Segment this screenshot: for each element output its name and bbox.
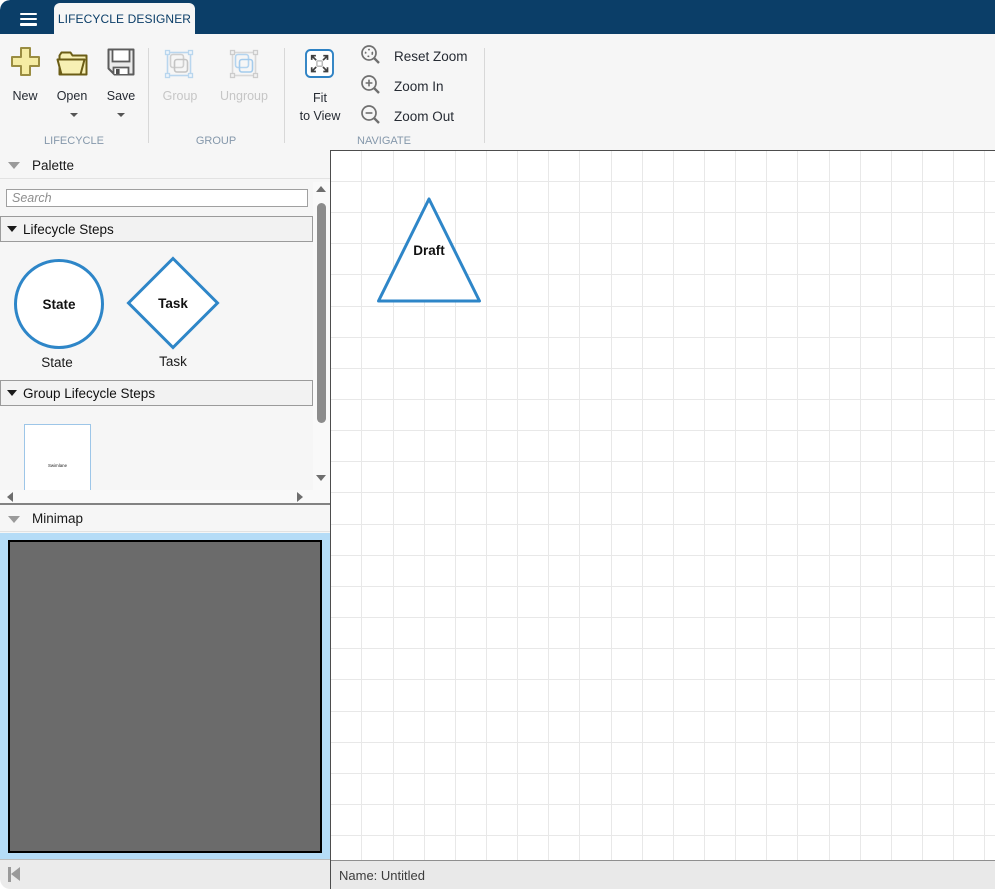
svg-text:Task: Task — [158, 296, 188, 311]
svg-text:Draft: Draft — [413, 243, 445, 258]
svg-text:State: State — [42, 297, 76, 312]
